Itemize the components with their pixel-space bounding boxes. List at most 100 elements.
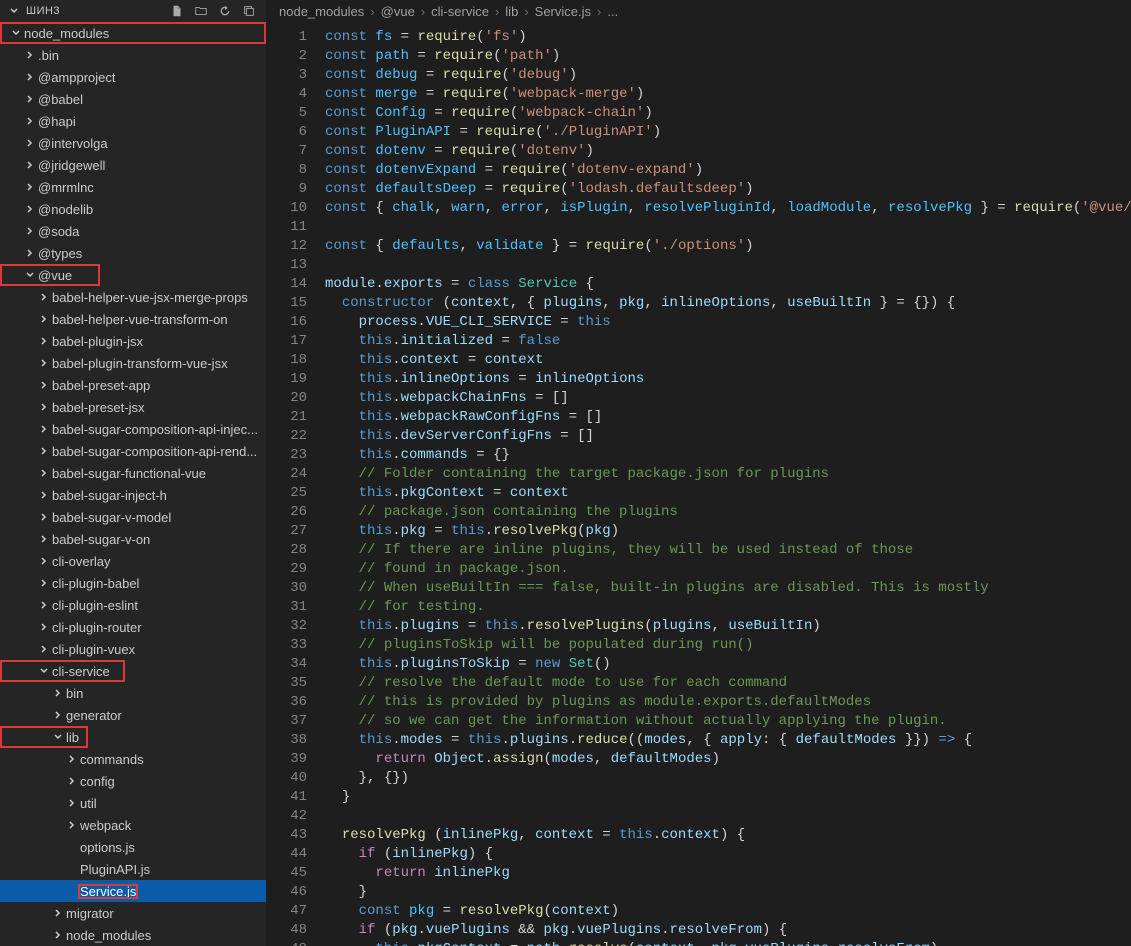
code-line[interactable]: } (325, 788, 1131, 807)
folder-util[interactable]: util (0, 792, 266, 814)
folder--bin[interactable]: .bin (0, 44, 266, 66)
breadcrumb[interactable]: node_modules› @vue› cli-service› lib› Se… (267, 0, 1131, 22)
code-line[interactable]: const { chalk, warn, error, isPlugin, re… (325, 199, 1131, 218)
folder--soda[interactable]: @soda (0, 220, 266, 242)
code-line[interactable]: this.inlineOptions = inlineOptions (325, 370, 1131, 389)
code-line[interactable]: this.devServerConfigFns = [] (325, 427, 1131, 446)
breadcrumb-item[interactable]: lib (505, 4, 518, 19)
code-line[interactable]: return Object.assign(modes, defaultModes… (325, 750, 1131, 769)
folder--mrmlnc[interactable]: @mrmlnc (0, 176, 266, 198)
code-line[interactable]: constructor (context, { plugins, pkg, in… (325, 294, 1131, 313)
code-line[interactable]: // found in package.json. (325, 560, 1131, 579)
code-line[interactable]: this.pkgContext = context (325, 484, 1131, 503)
breadcrumb-item[interactable]: node_modules (279, 4, 364, 19)
folder-cli-plugin-router[interactable]: cli-plugin-router (0, 616, 266, 638)
folder-commands[interactable]: commands (0, 748, 266, 770)
code-line[interactable]: this.pkg = this.resolvePkg(pkg) (325, 522, 1131, 541)
file-options-js[interactable]: options.js (0, 836, 266, 858)
folder-cli-plugin-babel[interactable]: cli-plugin-babel (0, 572, 266, 594)
new-folder-icon[interactable] (190, 0, 212, 22)
refresh-icon[interactable] (214, 0, 236, 22)
folder-config[interactable]: config (0, 770, 266, 792)
code-line[interactable]: this.commands = {} (325, 446, 1131, 465)
folder-babel-preset-jsx[interactable]: babel-preset-jsx (0, 396, 266, 418)
code-line[interactable]: const PluginAPI = require('./PluginAPI') (325, 123, 1131, 142)
code-line[interactable]: if (pkg.vuePlugins && pkg.vuePlugins.res… (325, 921, 1131, 940)
code-line[interactable]: // Folder containing the target package.… (325, 465, 1131, 484)
folder-babel-sugar-inject-h[interactable]: babel-sugar-inject-h (0, 484, 266, 506)
code-line[interactable]: module.exports = class Service { (325, 275, 1131, 294)
code-line[interactable]: this.plugins = this.resolvePlugins(plugi… (325, 617, 1131, 636)
code-line[interactable]: const Config = require('webpack-chain') (325, 104, 1131, 123)
folder-babel-plugin-jsx[interactable]: babel-plugin-jsx (0, 330, 266, 352)
new-file-icon[interactable] (166, 0, 188, 22)
folder-babel-sugar-functional-vue[interactable]: babel-sugar-functional-vue (0, 462, 266, 484)
breadcrumb-item[interactable]: cli-service (431, 4, 489, 19)
code-line[interactable]: // When useBuiltIn === false, built-in p… (325, 579, 1131, 598)
code-line[interactable]: this.webpackRawConfigFns = [] (325, 408, 1131, 427)
code-line[interactable]: if (inlinePkg) { (325, 845, 1131, 864)
code-line[interactable]: // pluginsToSkip will be populated durin… (325, 636, 1131, 655)
code-line[interactable]: const { defaults, validate } = require('… (325, 237, 1131, 256)
folder--types[interactable]: @types (0, 242, 266, 264)
code-line[interactable]: this.modes = this.plugins.reduce((modes,… (325, 731, 1131, 750)
folder-babel-sugar-composition-api-injec-[interactable]: babel-sugar-composition-api-injec... (0, 418, 266, 440)
code-editor[interactable]: 1234567891011121314151617181920212223242… (267, 22, 1131, 946)
folder-babel-preset-app[interactable]: babel-preset-app (0, 374, 266, 396)
folder-babel-helper-vue-jsx-merge-props[interactable]: babel-helper-vue-jsx-merge-props (0, 286, 266, 308)
code-line[interactable] (325, 256, 1131, 275)
folder-node-modules[interactable]: node_modules (0, 22, 266, 44)
code-line[interactable]: this.pkgContext = path.resolve(context, … (325, 940, 1131, 946)
folder--babel[interactable]: @babel (0, 88, 266, 110)
project-root-header[interactable]: ШИН3 (0, 0, 266, 22)
explorer-sidebar[interactable]: ШИН3 node_modules .bin@ampproject@babel@… (0, 0, 267, 946)
code-line[interactable]: // If there are inline plugins, they wil… (325, 541, 1131, 560)
code-line[interactable]: }, {}) (325, 769, 1131, 788)
folder--ampproject[interactable]: @ampproject (0, 66, 266, 88)
folder-babel-helper-vue-transform-on[interactable]: babel-helper-vue-transform-on (0, 308, 266, 330)
breadcrumb-item[interactable]: @vue (381, 4, 415, 19)
code-line[interactable]: const merge = require('webpack-merge') (325, 85, 1131, 104)
file-pluginapi-js[interactable]: PluginAPI.js (0, 858, 266, 880)
folder-babel-sugar-v-on[interactable]: babel-sugar-v-on (0, 528, 266, 550)
code-line[interactable]: const debug = require('debug') (325, 66, 1131, 85)
code-line[interactable]: // resolve the default mode to use for e… (325, 674, 1131, 693)
folder-cli-overlay[interactable]: cli-overlay (0, 550, 266, 572)
code-line[interactable]: this.initialized = false (325, 332, 1131, 351)
code-line[interactable]: const path = require('path') (325, 47, 1131, 66)
code-line[interactable]: return inlinePkg (325, 864, 1131, 883)
folder-vue[interactable]: @vue (0, 264, 100, 286)
code-line[interactable]: process.VUE_CLI_SERVICE = this (325, 313, 1131, 332)
folder--hapi[interactable]: @hapi (0, 110, 266, 132)
folder-babel-sugar-composition-api-rend-[interactable]: babel-sugar-composition-api-rend... (0, 440, 266, 462)
code-line[interactable]: this.webpackChainFns = [] (325, 389, 1131, 408)
code-line[interactable] (325, 218, 1131, 237)
folder-bin[interactable]: bin (0, 682, 266, 704)
folder-cli-plugin-vuex[interactable]: cli-plugin-vuex (0, 638, 266, 660)
code-line[interactable]: const defaultsDeep = require('lodash.def… (325, 180, 1131, 199)
code-line[interactable]: const pkg = resolvePkg(context) (325, 902, 1131, 921)
code-line[interactable]: const fs = require('fs') (325, 28, 1131, 47)
file-service-js[interactable]: Service.js (0, 880, 266, 902)
folder-webpack[interactable]: webpack (0, 814, 266, 836)
folder-generator[interactable]: generator (0, 704, 266, 726)
code-line[interactable]: // for testing. (325, 598, 1131, 617)
code-line[interactable]: resolvePkg (inlinePkg, context = this.co… (325, 826, 1131, 845)
code-line[interactable] (325, 807, 1131, 826)
breadcrumb-item[interactable]: ... (607, 4, 618, 19)
code-line[interactable]: // package.json containing the plugins (325, 503, 1131, 522)
folder-node-modules[interactable]: node_modules (0, 924, 266, 946)
code-line[interactable]: this.pluginsToSkip = new Set() (325, 655, 1131, 674)
folder--nodelib[interactable]: @nodelib (0, 198, 266, 220)
collapse-all-icon[interactable] (238, 0, 260, 22)
folder-cli-plugin-eslint[interactable]: cli-plugin-eslint (0, 594, 266, 616)
folder-lib[interactable]: lib (0, 726, 88, 748)
code-line[interactable]: // this is provided by plugins as module… (325, 693, 1131, 712)
folder-babel-sugar-v-model[interactable]: babel-sugar-v-model (0, 506, 266, 528)
code-line[interactable]: this.context = context (325, 351, 1131, 370)
folder--intervolga[interactable]: @intervolga (0, 132, 266, 154)
folder-cli-service[interactable]: cli-service (0, 660, 125, 682)
code-line[interactable]: } (325, 883, 1131, 902)
code-content[interactable]: const fs = require('fs')const path = req… (325, 22, 1131, 946)
folder-migrator[interactable]: migrator (0, 902, 266, 924)
